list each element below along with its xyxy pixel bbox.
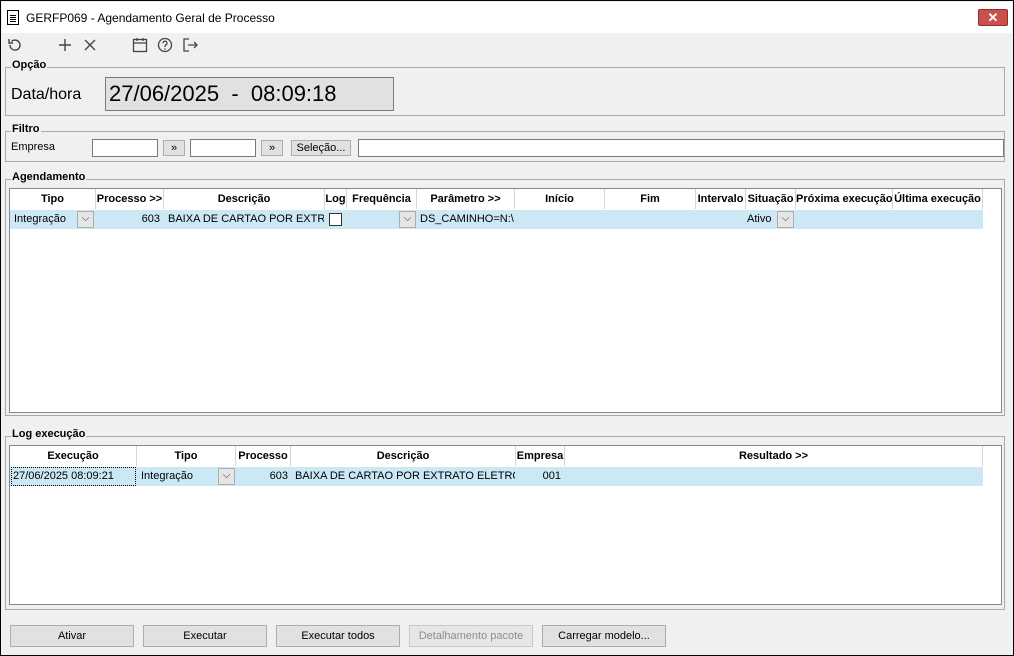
cell-resultado <box>569 467 979 486</box>
cell-ultima <box>896 210 981 229</box>
cell-intervalo <box>699 210 744 229</box>
tipo-dropdown-icon[interactable]: ⌵ <box>77 211 94 228</box>
agendamento-group: Agendamento Tipo Processo >> Descrição L… <box>5 171 1005 416</box>
empresa-label: Empresa <box>11 141 56 153</box>
close-button[interactable]: ✕ <box>978 9 1008 26</box>
ativar-button[interactable]: Ativar <box>10 625 134 647</box>
window: GERFP069 - Agendamento Geral de Processo… <box>0 0 1014 656</box>
col-processo[interactable]: Processo >> <box>96 189 164 209</box>
cell-frequencia <box>350 210 400 229</box>
cell-log-processo: 603 <box>269 470 288 482</box>
empresa-from-search-button[interactable]: » <box>163 140 185 156</box>
executar-button[interactable]: Executar <box>143 625 267 647</box>
col-log-descricao[interactable]: Descrição <box>291 446 516 466</box>
frequencia-dropdown-icon[interactable]: ⌵ <box>399 211 416 228</box>
datetime-label: Data/hora <box>11 86 82 103</box>
log-grid[interactable]: Execução Tipo Processo Descrição Empresa… <box>9 445 1002 605</box>
cell-log-empresa: 001 <box>542 470 561 482</box>
cell-log-tipo: Integração <box>141 470 193 482</box>
agendamento-legend: Agendamento <box>11 171 87 183</box>
col-execucao[interactable]: Execução <box>10 446 137 466</box>
cell-descricao: BAIXA DE CARTAO POR EXTRATO <box>168 213 324 225</box>
empresa-from-input[interactable] <box>92 139 158 157</box>
log-group: Log execução Execução Tipo Processo Desc… <box>5 428 1005 610</box>
cell-fim <box>608 210 693 229</box>
col-log-tipo[interactable]: Tipo <box>137 446 236 466</box>
selecao-button[interactable]: Seleção... <box>291 140 351 156</box>
col-descricao[interactable]: Descrição <box>164 189 325 209</box>
cell-execucao: 27/06/2025 08:09:21 <box>11 467 136 486</box>
col-log-empresa[interactable]: Empresa <box>516 446 565 466</box>
col-proxima[interactable]: Próxima execução <box>796 189 893 209</box>
refresh-icon[interactable] <box>5 36 25 56</box>
selection-display <box>358 139 1004 157</box>
window-title: GERFP069 - Agendamento Geral de Processo <box>26 11 275 25</box>
empresa-to-search-button[interactable]: » <box>261 140 283 156</box>
cell-log-descricao: BAIXA DE CARTAO POR EXTRATO ELETRON <box>295 470 515 482</box>
opcao-legend: Opção <box>11 59 48 71</box>
cell-tipo: Integração <box>14 213 66 225</box>
cell-processo: 603 <box>141 213 160 225</box>
situacao-dropdown-icon[interactable]: ⌵ <box>777 211 794 228</box>
add-icon[interactable] <box>55 36 75 56</box>
log-tipo-dropdown-icon[interactable]: ⌵ <box>218 468 235 485</box>
col-tipo[interactable]: Tipo <box>10 189 96 209</box>
col-parametro[interactable]: Parâmetro >> <box>417 189 515 209</box>
col-situacao[interactable]: Situação <box>746 189 796 209</box>
help-icon[interactable] <box>155 36 175 56</box>
agendamento-grid[interactable]: Tipo Processo >> Descrição Log Frequênci… <box>9 188 1002 413</box>
col-log[interactable]: Log <box>325 189 347 209</box>
col-intervalo[interactable]: Intervalo <box>696 189 746 209</box>
log-checkbox[interactable] <box>329 213 342 226</box>
datetime-display: 27/06/2025 - 08:09:18 <box>105 77 394 111</box>
col-log-processo[interactable]: Processo <box>236 446 291 466</box>
title-bar: GERFP069 - Agendamento Geral de Processo… <box>2 2 1012 33</box>
carregar-modelo-button[interactable]: Carregar modelo... <box>542 625 666 647</box>
col-fim[interactable]: Fim <box>605 189 696 209</box>
filtro-legend: Filtro <box>11 123 41 135</box>
filtro-group: Filtro Empresa » » Seleção... <box>5 123 1005 162</box>
calendar-icon[interactable] <box>130 36 150 56</box>
executar-todos-button[interactable]: Executar todos <box>276 625 400 647</box>
col-resultado[interactable]: Resultado >> <box>565 446 983 466</box>
cell-proxima <box>799 210 891 229</box>
table-row[interactable]: Integração ⌵ 603 BAIXA DE CARTAO POR EXT… <box>10 210 983 229</box>
cell-inicio <box>518 210 603 229</box>
empresa-to-input[interactable] <box>190 139 256 157</box>
col-frequencia[interactable]: Frequência <box>347 189 417 209</box>
log-legend: Log execução <box>11 428 87 440</box>
document-icon <box>7 10 19 25</box>
toolbar <box>2 33 1012 58</box>
col-ultima[interactable]: Última execução <box>893 189 983 209</box>
opcao-group: Opção Data/hora 27/06/2025 - 08:09:18 <box>5 59 1005 116</box>
table-row[interactable]: 27/06/2025 08:09:21 Integração ⌵ 603 BAI… <box>10 467 983 486</box>
exit-icon[interactable] <box>180 36 200 56</box>
cell-situacao: Ativo <box>747 213 772 225</box>
detalhamento-pacote-button[interactable]: Detalhamento pacote <box>409 625 533 647</box>
col-inicio[interactable]: Início <box>515 189 605 209</box>
remove-icon[interactable] <box>80 36 100 56</box>
cell-parametro: DS_CAMINHO=N:\D <box>420 213 514 225</box>
